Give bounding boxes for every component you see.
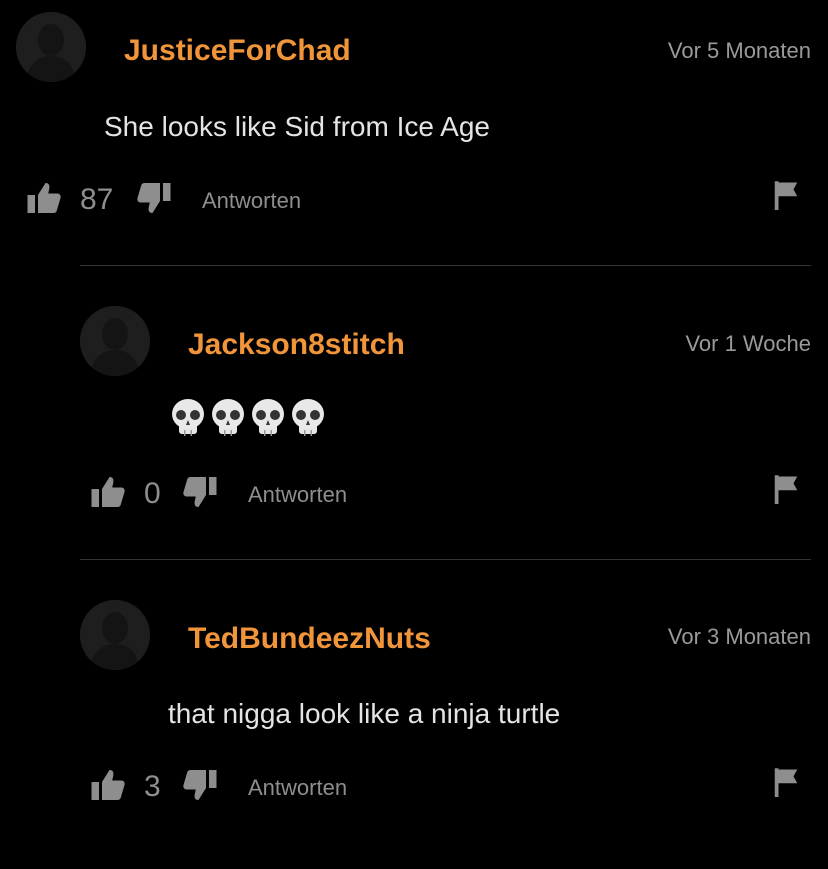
- comment-timestamp: Vor 5 Monaten: [667, 38, 811, 63]
- avatar[interactable]: [80, 600, 150, 670]
- like-count: 87: [80, 183, 114, 216]
- thumbs-up-icon[interactable]: [26, 180, 62, 216]
- comment: JusticeForChad Vor 5 Monaten She looks l…: [0, 0, 828, 260]
- like-count: 0: [144, 477, 161, 510]
- comment-timestamp: Vor 1 Woche: [685, 331, 811, 356]
- comment-actions: 87 Antworten: [0, 180, 828, 220]
- avatar-silhouette-icon: [80, 306, 150, 376]
- skull-emoji: [252, 399, 284, 436]
- avatar[interactable]: [16, 12, 86, 82]
- comment-text: She looks like Sid from Ice Age: [104, 111, 490, 142]
- thumbs-down-icon[interactable]: [182, 474, 218, 510]
- comment-text: that nigga look like a ninja turtle: [168, 698, 561, 729]
- comment-actions: 0 Antworten: [0, 474, 828, 514]
- like-count: 3: [144, 770, 161, 803]
- avatar-silhouette-icon: [16, 12, 86, 82]
- reply-button[interactable]: Antworten: [248, 481, 347, 509]
- skull-emoji: [172, 399, 204, 436]
- thumbs-down-icon[interactable]: [182, 767, 218, 803]
- skull-emoji-row: [170, 398, 326, 438]
- comment: TedBundeezNuts Vor 3 Monaten that nigga …: [0, 560, 828, 860]
- reply-button[interactable]: Antworten: [202, 187, 301, 215]
- reply-button[interactable]: Antworten: [248, 774, 347, 802]
- comment-username[interactable]: TedBundeezNuts: [188, 622, 431, 656]
- thumbs-up-icon[interactable]: [90, 474, 126, 510]
- comment-timestamp: Vor 3 Monaten: [667, 624, 811, 649]
- flag-icon[interactable]: [772, 474, 800, 504]
- comment-username[interactable]: JusticeForChad: [124, 34, 351, 68]
- thumbs-up-icon[interactable]: [90, 767, 126, 803]
- avatar-silhouette-icon: [80, 600, 150, 670]
- avatar[interactable]: [80, 306, 150, 376]
- comment-username[interactable]: Jackson8stitch: [188, 328, 405, 362]
- skull-emoji: [292, 399, 324, 436]
- flag-icon[interactable]: [772, 767, 800, 797]
- comment: Jackson8stitch Vor 1 Woche 💀💀💀💀: [0, 266, 828, 559]
- comment-actions: 3 Antworten: [0, 767, 828, 807]
- thumbs-down-icon[interactable]: [136, 180, 172, 216]
- skull-emoji: [212, 399, 244, 436]
- flag-icon[interactable]: [772, 180, 800, 210]
